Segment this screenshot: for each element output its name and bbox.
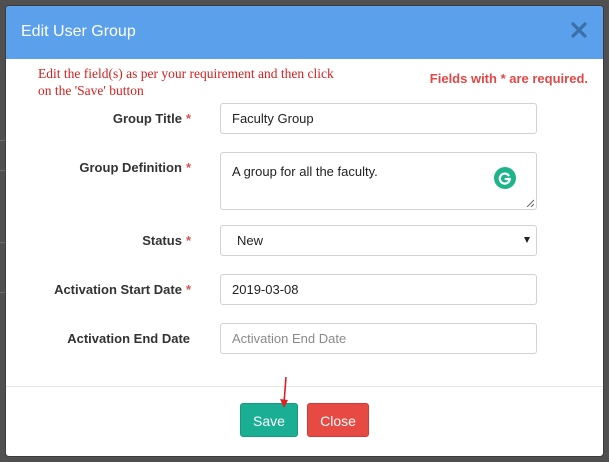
- edit-user-group-modal: Edit User Group Edit the field(s) as per…: [6, 6, 603, 456]
- chevron-down-icon: [524, 237, 530, 243]
- required-marker: *: [185, 282, 191, 297]
- group-title-input[interactable]: Faculty Group: [220, 103, 537, 134]
- modal-header: Edit User Group: [6, 6, 603, 59]
- footer-divider: [6, 386, 603, 387]
- red-arrow-annotation: [280, 376, 288, 408]
- activation-end-date-input[interactable]: Activation End Date: [220, 323, 537, 354]
- close-icon[interactable]: [569, 20, 589, 40]
- required-marker: *: [185, 233, 191, 248]
- status-select[interactable]: New: [220, 225, 537, 256]
- resize-grip-icon[interactable]: [526, 199, 534, 207]
- modal-title: Edit User Group: [21, 23, 136, 40]
- activation-start-date-input[interactable]: 2019-03-08: [220, 274, 537, 305]
- required-marker: *: [185, 111, 191, 126]
- activation-start-date-label: Activation Start Date *: [54, 282, 191, 297]
- required-marker: *: [185, 160, 191, 175]
- group-title-label: Group Title *: [112, 111, 191, 126]
- status-label: Status *: [142, 233, 191, 248]
- required-fields-note: Fields with * are required.: [429, 71, 588, 86]
- close-button[interactable]: Close: [307, 403, 369, 437]
- group-definition-textarea[interactable]: A group for all the faculty.: [220, 152, 537, 210]
- instruction-text: Edit the field(s) as per your requiremen…: [38, 66, 334, 98]
- grammarly-icon[interactable]: [494, 167, 516, 189]
- activation-end-date-label: Activation End Date: [67, 331, 190, 346]
- group-definition-label: Group Definition *: [79, 160, 191, 175]
